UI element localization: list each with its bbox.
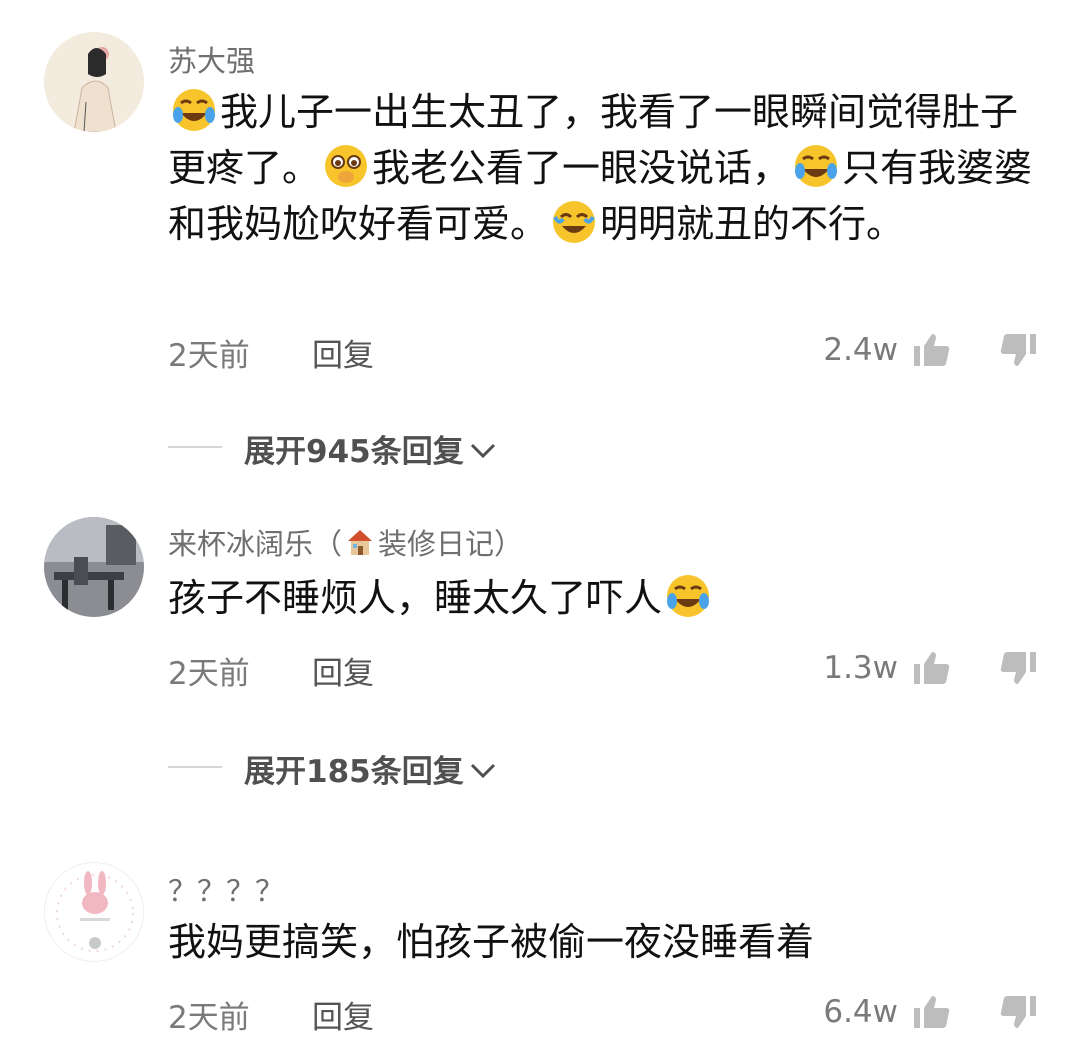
like-count: 6.4w xyxy=(823,994,898,1030)
avatar[interactable] xyxy=(44,517,144,617)
username[interactable]: 来杯冰阔乐（ 装修日记） xyxy=(168,521,523,563)
house-icon xyxy=(344,526,376,558)
timestamp: 2天前 xyxy=(168,1000,250,1036)
thumbs-up-icon[interactable] xyxy=(910,328,954,372)
divider-line xyxy=(168,766,222,768)
comment-meta: 2天前 回复 1.3w xyxy=(168,646,1040,692)
comment-text-part: 我妈更搞笑，怕孩子被偷一夜没睡看着 xyxy=(168,920,815,964)
comment-text: 我儿子一出生太丑了，我看了一眼瞬间觉得肚子更疼了。 我老公看了一眼没说话， 只有… xyxy=(168,84,1038,252)
room-avatar-icon xyxy=(44,517,144,617)
expand-replies-link[interactable]: 展开945条回复 xyxy=(244,426,498,471)
like-count: 2.4w xyxy=(823,332,898,368)
pleading-emoji-icon xyxy=(323,143,369,189)
woman-avatar-icon xyxy=(44,32,144,132)
comment-text-part: 我老公看了一眼没说话， xyxy=(372,146,791,190)
thumbs-down-icon[interactable] xyxy=(996,646,1040,690)
timestamp: 2天前 xyxy=(168,338,250,374)
divider-line xyxy=(168,446,222,448)
avatar[interactable] xyxy=(44,862,144,962)
avatar[interactable] xyxy=(44,32,144,132)
timestamp: 2天前 xyxy=(168,656,250,692)
reply-button[interactable]: 回复 xyxy=(312,648,374,693)
comment-text-part: 孩子不睡烦人，睡太久了吓人 xyxy=(168,576,663,620)
reply-button[interactable]: 回复 xyxy=(312,330,374,375)
username[interactable]: 苏大强 xyxy=(168,38,255,80)
comment-text: 我妈更搞笑，怕孩子被偷一夜没睡看着 xyxy=(168,914,1038,970)
laugh-cry-emoji-icon xyxy=(665,573,711,619)
comment-text-part: 明明就丑的不行。 xyxy=(600,202,905,246)
bunny-avatar-icon xyxy=(45,863,143,961)
thumbs-up-icon[interactable] xyxy=(910,646,954,690)
reply-button[interactable]: 回复 xyxy=(312,992,374,1037)
comment-text: 孩子不睡烦人，睡太久了吓人 xyxy=(168,570,1038,626)
thumbs-down-icon[interactable] xyxy=(996,990,1040,1034)
comment-meta: 2天前 回复 6.4w xyxy=(168,990,1040,1036)
chevron-down-icon xyxy=(470,763,495,779)
like-count: 1.3w xyxy=(823,650,898,686)
laugh-cry-emoji-icon xyxy=(171,87,217,133)
thumbs-up-icon[interactable] xyxy=(910,990,954,1034)
laugh-cry-emoji-icon xyxy=(793,143,839,189)
username[interactable]: ？？？？ xyxy=(168,868,284,910)
expand-replies-link[interactable]: 展开185条回复 xyxy=(244,746,498,791)
tears-of-joy-emoji-icon xyxy=(551,199,597,245)
chevron-down-icon xyxy=(470,443,495,459)
thumbs-down-icon[interactable] xyxy=(996,328,1040,372)
comment-meta: 2天前 回复 2.4w xyxy=(168,328,1040,374)
